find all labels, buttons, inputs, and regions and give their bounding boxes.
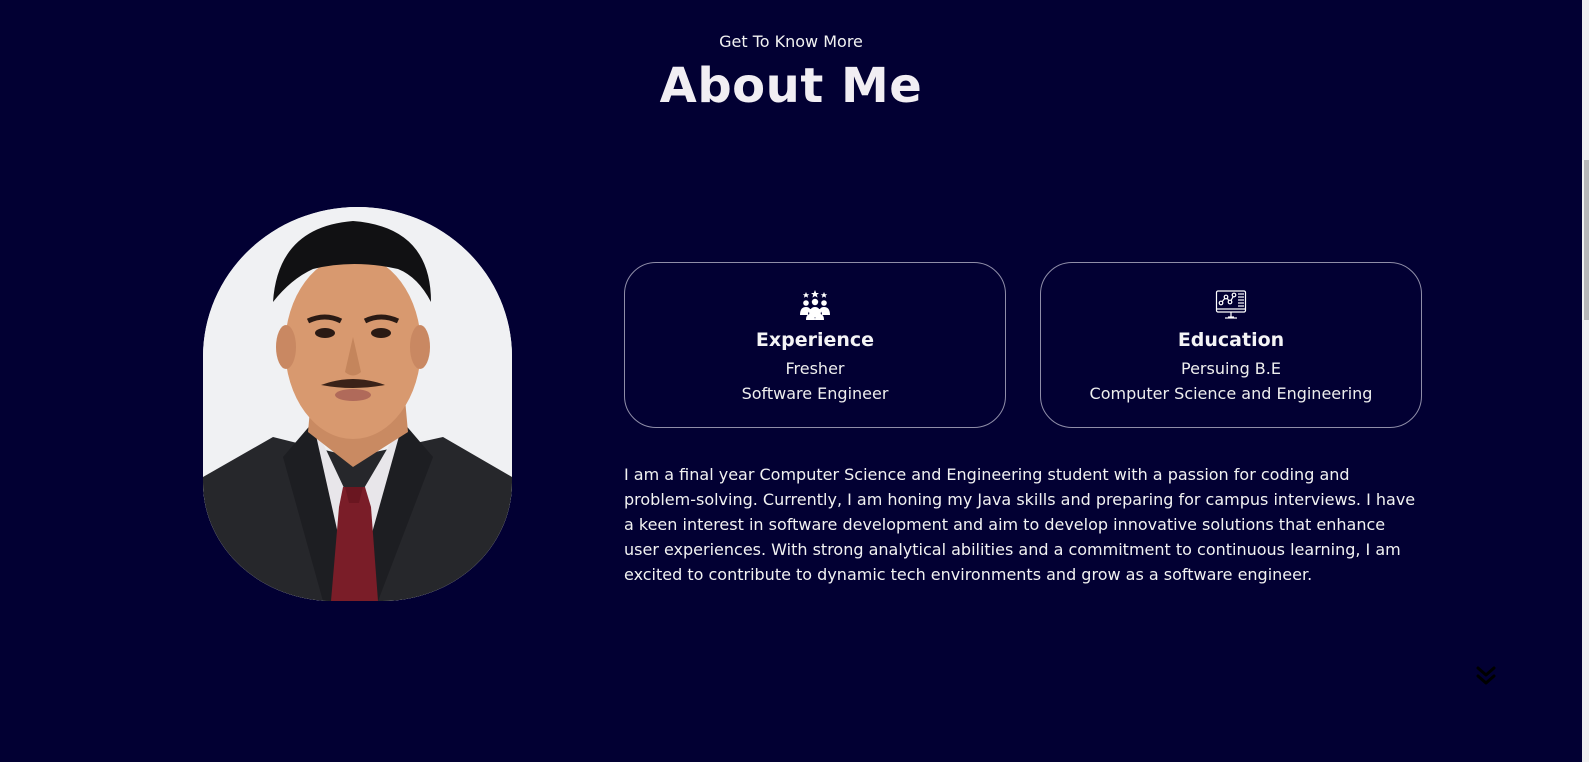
card-detail: Persuing B.E — [1181, 359, 1281, 378]
scrollbar-thumb[interactable] — [1584, 160, 1589, 320]
double-chevron-down-icon[interactable] — [1474, 664, 1498, 688]
card-detail: Computer Science and Engineering — [1089, 384, 1373, 403]
card-heading: Experience — [755, 329, 875, 351]
about-section: Get To Know More About Me Experience Fre… — [0, 0, 1589, 762]
section-subtitle: Get To Know More — [719, 32, 863, 51]
team-icon — [799, 289, 831, 321]
bio-paragraph: I am a final year Computer Science and E… — [624, 465, 1416, 584]
experience-card: Experience Fresher Software Engineer — [624, 262, 1006, 428]
section-title: About Me — [659, 58, 923, 114]
computer-chart-icon — [1215, 289, 1247, 321]
card-heading: Education — [1177, 329, 1285, 351]
profile-photo — [203, 207, 512, 601]
card-detail: Fresher — [785, 359, 845, 378]
card-detail: Software Engineer — [741, 384, 889, 403]
education-card: Education Persuing B.E Computer Science … — [1040, 262, 1422, 428]
page-scrollbar[interactable] — [1582, 0, 1589, 762]
